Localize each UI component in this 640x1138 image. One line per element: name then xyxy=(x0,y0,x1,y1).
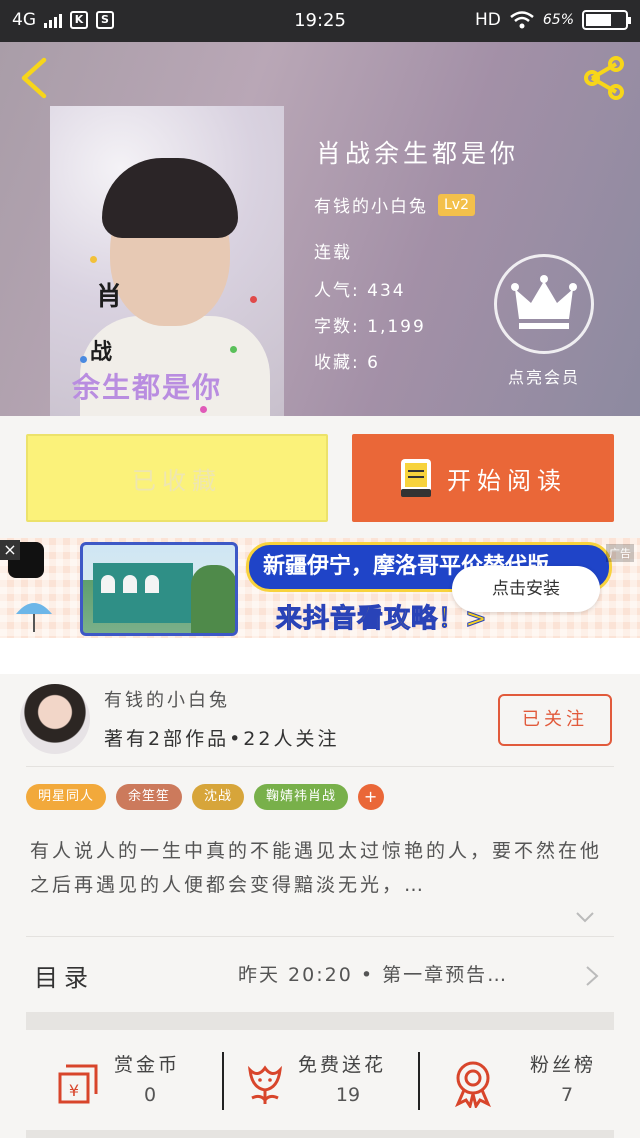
tag-chip[interactable]: 明星同人 xyxy=(26,784,107,810)
latest-chapter: 昨天 20:20 • 第一章预告… xyxy=(238,964,509,986)
svg-text:¥: ¥ xyxy=(69,1081,79,1100)
book-description[interactable]: 有人说人的一生中真的不能遇见太过惊艳的人，要不然在他之后再遇见的人便都会变得黯淡… xyxy=(30,834,610,902)
level-badge: Lv2 xyxy=(438,193,475,216)
favorites: 收藏: 6 xyxy=(314,348,380,373)
fan-ranking-value: 7 xyxy=(560,1084,574,1106)
vip-label[interactable]: 点亮会员 xyxy=(494,364,594,388)
section-separator xyxy=(26,1012,614,1030)
fan-ranking[interactable]: 粉丝榜 7 xyxy=(420,1030,614,1130)
status-bar: 4G K S 19:25 HD 65% xyxy=(0,0,640,42)
cover-title-char: 战 xyxy=(90,339,113,365)
author-row[interactable]: 有钱的小白兔 Lv2 xyxy=(314,192,475,217)
popularity-value: 434 xyxy=(367,281,406,301)
hd-indicator: HD xyxy=(475,10,501,30)
reward-coins[interactable]: ¥ 赏金币 0 xyxy=(26,1030,222,1130)
start-reading-label: 开始阅读 xyxy=(447,466,567,495)
battery-icon xyxy=(582,10,631,30)
book-title: 肖战余生都是你 xyxy=(316,139,520,168)
medal-icon xyxy=(455,1061,491,1108)
favorites-value: 6 xyxy=(367,353,380,373)
tag-chip[interactable]: 余笙笙 xyxy=(116,784,183,810)
divider xyxy=(26,936,614,937)
tag-chip[interactable]: 沈战 xyxy=(192,784,245,810)
ad-install-button[interactable]: 点击安装 xyxy=(452,566,600,612)
reward-coins-value: 0 xyxy=(143,1084,157,1106)
popularity: 人气: 434 xyxy=(314,276,406,301)
flower-icon xyxy=(248,1065,282,1104)
tag-chip[interactable]: 鞠婧祎肖战 xyxy=(254,784,349,810)
ad-tag: 广告 xyxy=(606,544,634,562)
word-count: 字数: 1,199 xyxy=(314,312,426,337)
umbrella-icon xyxy=(16,603,52,632)
send-flowers-label: 免费送花 xyxy=(298,1054,387,1076)
add-tag-button[interactable]: + xyxy=(358,784,385,810)
ad-close-icon[interactable]: × xyxy=(0,540,20,560)
book-header: 肖 战 余生都是你 肖战余生都是你 有钱的小白兔 Lv2 连载 人气: 434 … xyxy=(0,42,640,416)
start-reading-button[interactable]: 开始阅读 xyxy=(352,434,614,522)
stats-bar: ¥ 赏金币 0 免费送花 19 粉丝榜 7 xyxy=(26,1030,614,1130)
chevron-down-icon[interactable] xyxy=(574,906,596,928)
reward-coins-label: 赏金币 xyxy=(114,1054,181,1076)
send-flowers-value: 19 xyxy=(335,1084,361,1106)
tag-list: 明星同人 余笙笙 沈战 鞠婧祎肖战 + xyxy=(26,784,385,810)
crown-icon xyxy=(511,275,577,329)
coin-envelope-icon: ¥ xyxy=(58,1064,98,1104)
collected-button[interactable]: 已收藏 xyxy=(26,434,328,522)
favorites-label: 收藏: xyxy=(314,353,360,373)
cover-figure-hair xyxy=(102,158,238,238)
spacer xyxy=(0,638,640,674)
book-icon xyxy=(401,459,431,497)
share-icon[interactable] xyxy=(580,54,628,102)
word-count-label: 字数: xyxy=(314,317,360,337)
author-card-subtitle: 著有2部作品•22人关注 xyxy=(104,728,340,750)
word-count-value: 1,199 xyxy=(367,317,426,337)
wifi-icon xyxy=(510,11,534,29)
battery-fill xyxy=(586,14,611,26)
table-of-contents-row[interactable]: 目录 昨天 20:20 • 第一章预告… xyxy=(26,938,614,1012)
popularity-label: 人气: xyxy=(314,281,360,301)
chevron-right-icon xyxy=(586,966,599,986)
toc-label: 目录 xyxy=(34,964,94,992)
battery-percent: 65% xyxy=(542,12,574,28)
book-status: 连载 xyxy=(314,243,352,263)
author-card[interactable]: 有钱的小白兔 著有2部作品•22人关注 已关注 xyxy=(0,674,640,768)
back-icon[interactable] xyxy=(14,56,54,100)
cover-title-char: 肖 xyxy=(96,282,123,312)
book-cover[interactable]: 肖 战 余生都是你 xyxy=(50,106,284,416)
send-flowers[interactable]: 免费送花 19 xyxy=(224,1030,418,1130)
section-separator xyxy=(26,1130,614,1138)
vip-button[interactable] xyxy=(494,254,594,354)
status-right: HD 65% xyxy=(475,10,631,30)
ad-subline: 来抖音看攻略！> xyxy=(276,604,488,635)
action-bar: 已收藏 开始阅读 xyxy=(0,416,640,538)
author-card-name[interactable]: 有钱的小白兔 xyxy=(104,686,230,712)
divider xyxy=(26,766,614,767)
fan-ranking-label: 粉丝榜 xyxy=(530,1054,597,1076)
avatar[interactable] xyxy=(20,684,90,754)
author-name[interactable]: 有钱的小白兔 xyxy=(314,192,428,217)
ad-image xyxy=(80,542,238,636)
follow-button[interactable]: 已关注 xyxy=(498,694,612,746)
cover-subtitle: 余生都是你 xyxy=(72,371,223,404)
